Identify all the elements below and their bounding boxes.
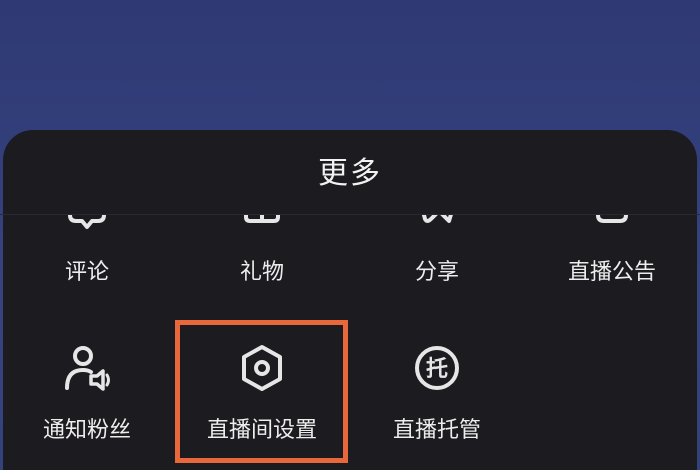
gift-icon[interactable] <box>240 215 284 237</box>
comment-icon[interactable] <box>65 215 109 237</box>
screen: 更多 评论 礼物 分享 直播公告 通知粉丝 直播间设置 托 直播托管 <box>0 0 700 470</box>
highlight-box <box>175 320 348 463</box>
top-row-icons-clipped <box>0 215 700 237</box>
notify-fans-label: 通知粉丝 <box>42 418 131 443</box>
share-item[interactable]: 分享 <box>367 258 507 288</box>
live-hosting-icon: 托 <box>415 346 459 390</box>
live-hosting-item[interactable]: 托 直播托管 <box>367 342 507 446</box>
gift-item[interactable]: 礼物 <box>192 258 332 288</box>
share-icon[interactable] <box>415 215 459 237</box>
announcement-item[interactable]: 直播公告 <box>542 258 682 288</box>
announcement-icon[interactable] <box>590 215 634 237</box>
sheet-title: 更多 <box>318 156 382 191</box>
notify-fans-icon <box>65 346 110 391</box>
notify-fans-item[interactable]: 通知粉丝 <box>17 342 157 446</box>
comment-item[interactable]: 评论 <box>17 258 157 288</box>
announcement-label: 直播公告 <box>567 260 656 285</box>
live-hosting-label: 直播托管 <box>392 418 481 443</box>
gift-label: 礼物 <box>239 260 284 285</box>
share-label: 分享 <box>414 260 459 285</box>
comment-label: 评论 <box>64 260 109 285</box>
svg-text:托: 托 <box>426 357 448 382</box>
